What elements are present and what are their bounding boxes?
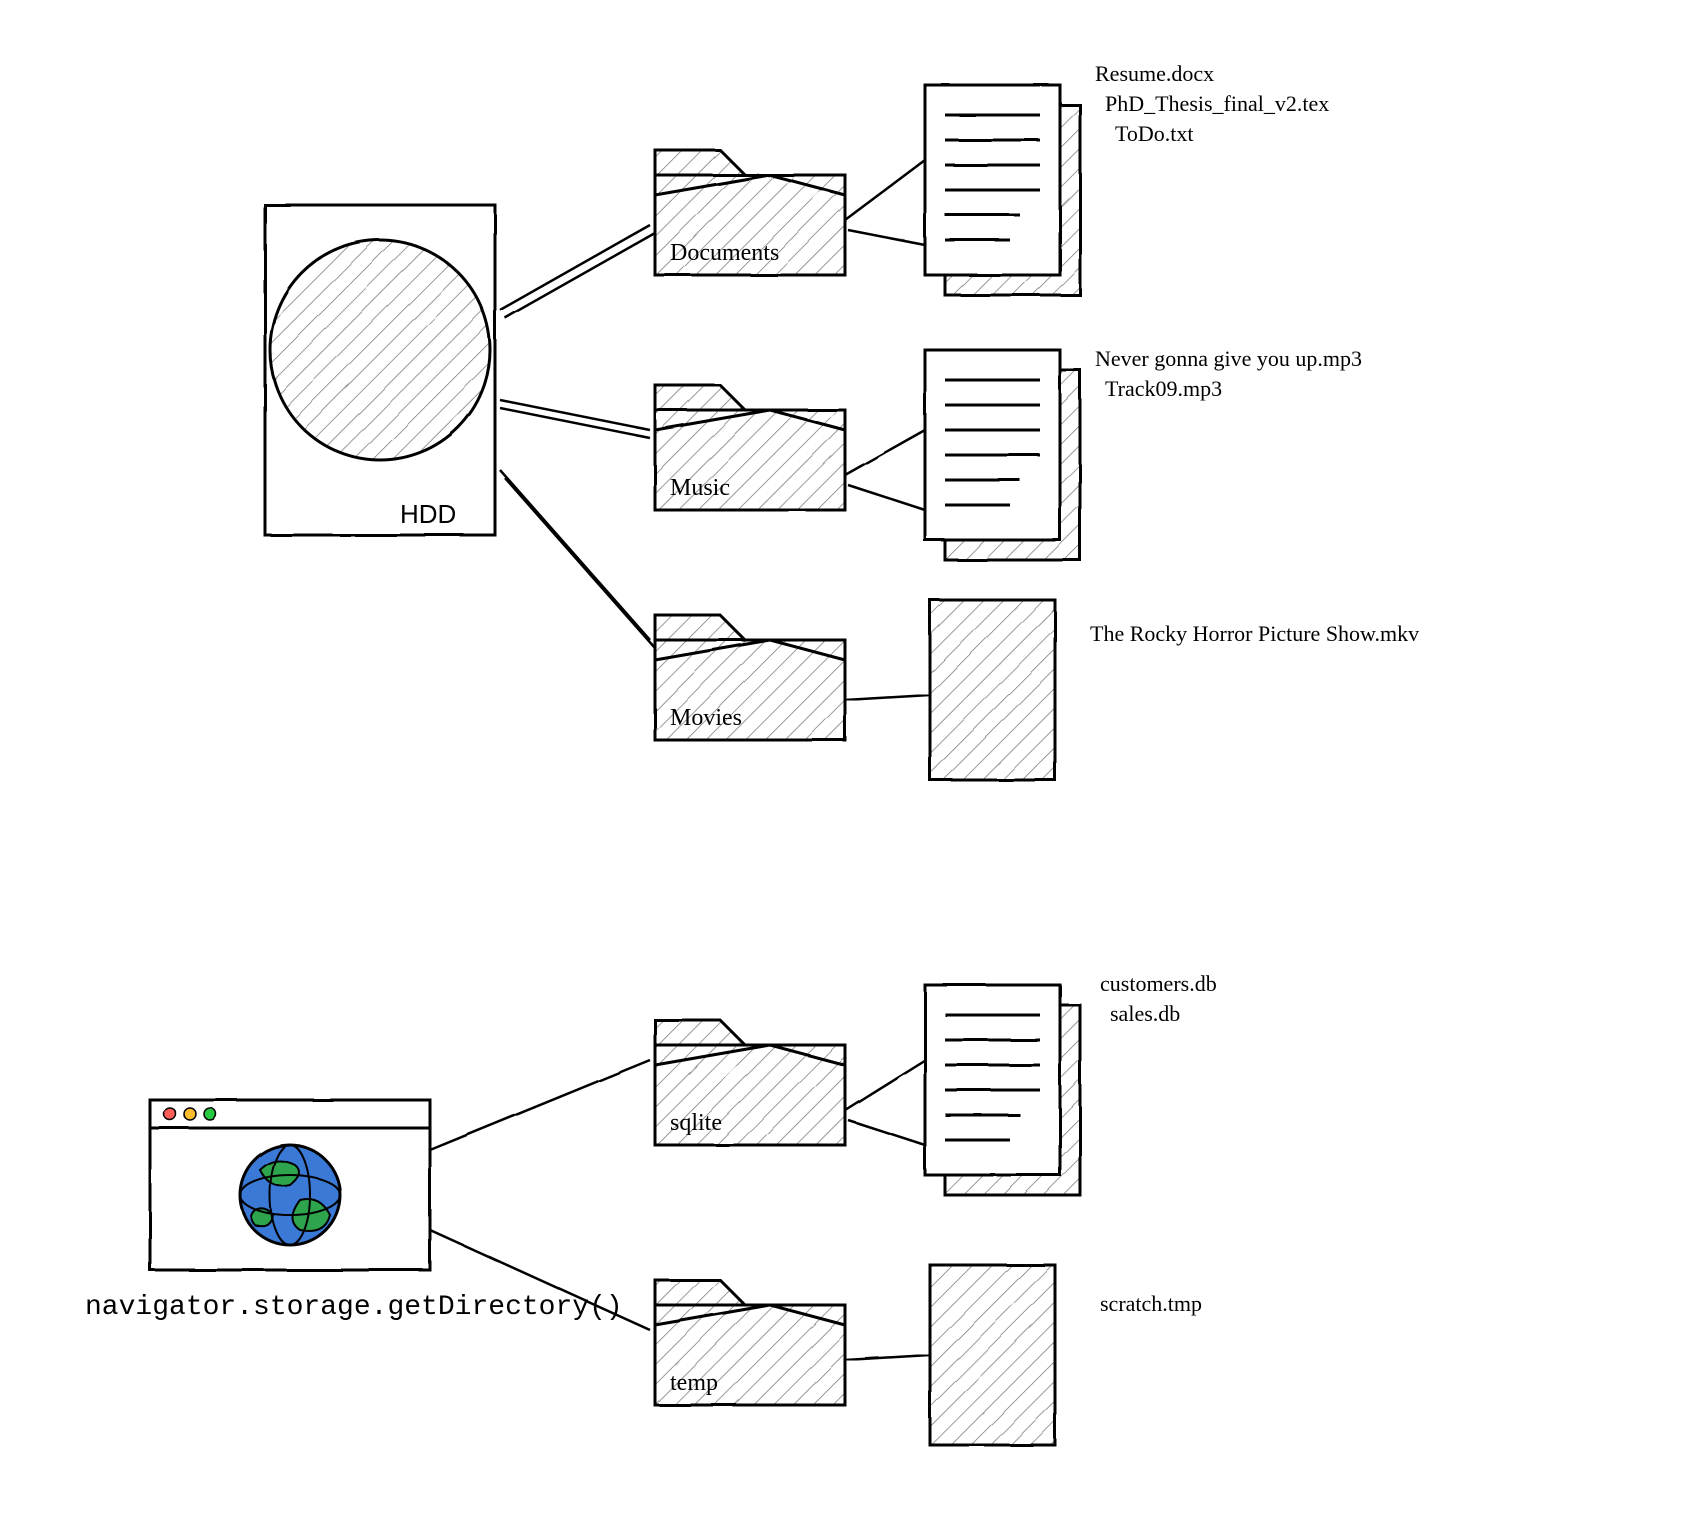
file-label: Track09.mp3 bbox=[1105, 375, 1222, 404]
documents-files-icon bbox=[925, 85, 1080, 295]
folder-label-documents: Documents bbox=[670, 238, 779, 269]
file-label: Never gonna give you up.mp3 bbox=[1095, 345, 1362, 374]
hdd-label: HDD bbox=[400, 498, 456, 532]
file-label: Resume.docx bbox=[1095, 60, 1214, 89]
folder-label-temp: temp bbox=[670, 1368, 718, 1399]
file-label: sales.db bbox=[1110, 1000, 1180, 1029]
folder-label-music: Music bbox=[670, 473, 730, 504]
browser-window-icon bbox=[150, 1100, 430, 1270]
movies-file-icon bbox=[930, 600, 1055, 780]
file-label: scratch.tmp bbox=[1100, 1290, 1202, 1319]
hdd-icon bbox=[265, 205, 495, 535]
file-label: customers.db bbox=[1100, 970, 1217, 999]
temp-file-icon bbox=[930, 1265, 1055, 1445]
file-label: PhD_Thesis_final_v2.tex bbox=[1105, 90, 1329, 119]
music-files-icon bbox=[925, 350, 1080, 560]
folder-label-movies: Movies bbox=[670, 703, 742, 734]
api-call-label: navigator.storage.getDirectory() bbox=[85, 1290, 623, 1326]
file-label: The Rocky Horror Picture Show.mkv bbox=[1090, 620, 1419, 649]
folder-label-sqlite: sqlite bbox=[670, 1108, 722, 1139]
sqlite-files-icon bbox=[925, 985, 1080, 1195]
file-label: ToDo.txt bbox=[1115, 120, 1194, 149]
